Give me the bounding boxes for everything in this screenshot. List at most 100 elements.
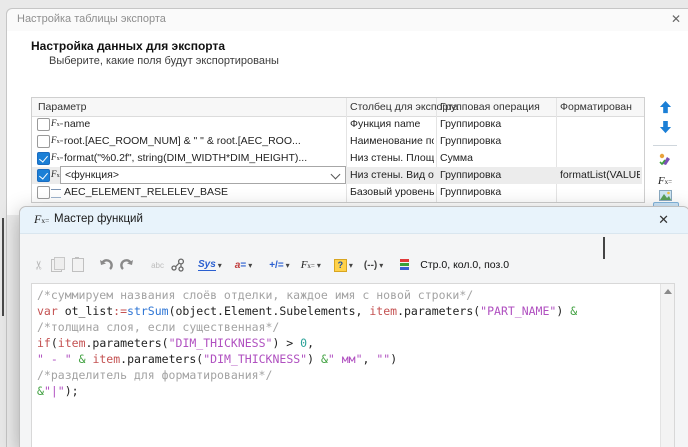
- chevron-down-icon[interactable]: [331, 170, 341, 180]
- column-header-formatting[interactable]: Форматирован: [560, 101, 632, 113]
- rgb-stripes-icon: [400, 259, 409, 271]
- function-wizard-dialog: Fx= Мастер функций ✕ ✂ abc Sys ▾: [19, 206, 688, 447]
- function-combobox-value: <функция>: [65, 169, 119, 181]
- export-column-cell[interactable]: Наименование поме...: [350, 135, 434, 147]
- column-header-group-operation[interactable]: Групповая операция: [440, 101, 540, 113]
- code-line: /*толщина слоя, если существенная*/: [37, 319, 658, 335]
- wizard-titlebar[interactable]: Fx= Мастер функций ✕: [20, 207, 688, 234]
- table-row[interactable]: AEC_ELEMENT_RELELEV_BASE Базовый уровень…: [32, 184, 642, 201]
- system-functions-dropdown[interactable]: Sys ▾: [198, 259, 222, 271]
- functions-dropdown[interactable]: Fx= ▾: [301, 259, 321, 271]
- table-row-selected[interactable]: Fx= <функция> Низ стены. Вид отде... Гру…: [32, 167, 642, 184]
- nodes-icon: [171, 258, 185, 272]
- group-operation-cell[interactable]: Сумма: [440, 152, 554, 164]
- export-column-cell[interactable]: Низ стены. Площадь: [350, 152, 434, 164]
- parameter-cell[interactable]: name: [64, 118, 344, 130]
- code-lines[interactable]: /*суммируем названия слоёв отделки, кажд…: [37, 287, 658, 399]
- group-operation-cell[interactable]: Группировка: [440, 186, 554, 198]
- variables-dropdown[interactable]: a= ▾: [235, 260, 252, 271]
- abc-icon: abc: [151, 261, 164, 270]
- row-checkbox[interactable]: [37, 135, 50, 148]
- code-editor[interactable]: /*суммируем названия слоёв отделки, кажд…: [31, 283, 675, 447]
- text-cursor: [603, 237, 605, 259]
- variable-icon: a=: [235, 260, 246, 271]
- function-button[interactable]: Fx=: [655, 171, 675, 187]
- parameter-cell[interactable]: AEC_ELEMENT_RELELEV_BASE: [64, 186, 344, 198]
- function-icon: Fx=: [51, 152, 63, 164]
- abc-button[interactable]: abc: [151, 261, 164, 270]
- copy-icon: [51, 259, 62, 272]
- editor-scrollbar[interactable]: [660, 284, 674, 447]
- brackets-dropdown[interactable]: (--) ▾: [364, 260, 383, 271]
- function-icon: Fx=: [34, 212, 49, 227]
- redo-button[interactable]: [120, 259, 134, 271]
- copy-button[interactable]: [51, 259, 65, 272]
- row-checkbox[interactable]: [37, 169, 50, 182]
- redo-icon: [120, 259, 134, 271]
- chevron-down-icon: ▾: [379, 261, 383, 270]
- group-operation-cell[interactable]: Группировка: [440, 135, 554, 147]
- export-column-cell[interactable]: Базовый уровень ни...: [350, 186, 434, 198]
- move-down-button[interactable]: [655, 121, 675, 137]
- move-up-button[interactable]: [655, 101, 675, 117]
- function-icon: Fx=: [51, 135, 63, 147]
- table-header-row: Параметр Столбец для экспорта Групповая …: [32, 98, 644, 117]
- conditions-dropdown[interactable]: ? ▾: [334, 259, 353, 272]
- undo-button[interactable]: [99, 259, 113, 271]
- paste-button[interactable]: [72, 258, 84, 272]
- properties-icon: [658, 152, 672, 166]
- image-icon: [659, 190, 672, 201]
- export-dialog-titlebar[interactable]: Настройка таблицы экспорта ✕: [7, 9, 688, 32]
- operators-icon: +/=: [269, 260, 283, 271]
- scroll-up-icon[interactable]: [664, 289, 672, 294]
- function-icon: Fx=: [301, 259, 315, 271]
- page-subtitle: Выберите, какие поля будут экспортирован…: [49, 55, 279, 67]
- parameter-cell[interactable]: root.[AEC_ROOM_NUM] & " " & root.[AEC_RO…: [64, 135, 344, 147]
- page-title: Настройка данных для экспорта: [31, 39, 225, 53]
- cursor-position-status: Стр.0, кол.0, поз.0: [420, 259, 509, 271]
- export-column-cell[interactable]: Функция name: [350, 118, 434, 130]
- function-combobox[interactable]: <функция>: [60, 166, 346, 184]
- sys-icon: Sys: [198, 259, 216, 271]
- brackets-icon: (--): [364, 260, 377, 271]
- formatting-cell[interactable]: formatList(VALUE: [560, 169, 640, 181]
- code-line: if(item.parameters("DIM_THICKNESS") > 0,: [37, 335, 658, 351]
- group-operation-cell[interactable]: Группировка: [440, 118, 554, 130]
- operators-dropdown[interactable]: +/= ▾: [269, 260, 289, 271]
- table-row[interactable]: Fx= name Функция name Группировка: [32, 116, 642, 133]
- row-checkbox[interactable]: [37, 118, 50, 131]
- function-icon: Fx=: [658, 175, 672, 187]
- table-row[interactable]: Fx= format("%0.2f", string(DIM_WIDTH*DIM…: [32, 150, 642, 167]
- table-row[interactable]: Fx= root.[AEC_ROOM_NUM] & " " & root.[AE…: [32, 133, 642, 150]
- row-checkbox[interactable]: [37, 152, 50, 165]
- arrow-up-icon: [659, 101, 672, 114]
- close-icon[interactable]: ✕: [658, 212, 669, 228]
- code-line: var ot_list:=strSum(object.Element.Subel…: [37, 303, 658, 319]
- chevron-down-icon: ▾: [248, 261, 252, 270]
- highlight-toggle[interactable]: [400, 259, 409, 271]
- row-checkbox[interactable]: [37, 186, 50, 199]
- cut-button[interactable]: ✂: [34, 258, 44, 272]
- toolbar-divider: [653, 145, 677, 146]
- code-line: /*суммируем названия слоёв отделки, кажд…: [37, 287, 658, 303]
- wizard-title: Мастер функций: [54, 213, 143, 225]
- scissors-icon: ✂: [32, 260, 46, 270]
- question-icon: ?: [334, 259, 347, 272]
- code-line: &"|");: [37, 383, 658, 399]
- chevron-down-icon: ▾: [218, 261, 222, 270]
- group-operation-cell[interactable]: Группировка: [440, 169, 554, 181]
- chevron-down-icon: ▾: [349, 261, 353, 270]
- paste-icon: [72, 258, 84, 272]
- export-dialog-title: Настройка таблицы экспорта: [17, 13, 166, 25]
- parameter-cell[interactable]: format("%0.2f", string(DIM_WIDTH*DIM_HEI…: [64, 152, 344, 164]
- undo-icon: [99, 259, 113, 271]
- parameter-icon: [51, 189, 61, 198]
- export-column-cell[interactable]: Низ стены. Вид отде...: [350, 169, 434, 181]
- close-icon[interactable]: ✕: [671, 12, 681, 26]
- select-properties-button[interactable]: [655, 152, 675, 168]
- screen: Настройка таблицы экспорта ✕ Настройка д…: [0, 0, 688, 447]
- wizard-toolbar: ✂ abc Sys ▾ a= ▾ +/= ▾: [34, 255, 509, 275]
- code-line: /*разделитель для форматирования*/: [37, 367, 658, 383]
- structure-button[interactable]: [171, 258, 185, 272]
- column-header-parameter[interactable]: Параметр: [38, 101, 86, 113]
